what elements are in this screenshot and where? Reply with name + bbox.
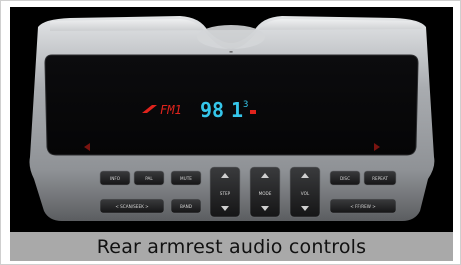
mute-button[interactable]: MUTE	[170, 170, 202, 186]
svg-text:REPEAT: REPEAT	[372, 176, 388, 181]
info-button[interactable]: INFO	[99, 170, 131, 186]
lcd-band: FM1	[160, 103, 182, 117]
figure-frame: ▬ FM1 98 1 3 INFO PAL MUTE < SCAN/SEEK >…	[0, 0, 461, 265]
stereo-indicator-icon	[250, 110, 256, 114]
svg-text:PAL: PAL	[145, 176, 153, 181]
svg-text:DISC: DISC	[340, 176, 350, 181]
svg-text:MODE: MODE	[259, 191, 272, 196]
logo-mark: ▬	[229, 49, 233, 54]
lcd-frequency-tail: 1	[231, 98, 243, 122]
pal-button[interactable]: PAL	[133, 170, 165, 186]
armrest-photo: ▬ FM1 98 1 3 INFO PAL MUTE < SCAN/SEEK >…	[10, 7, 453, 232]
repeat-button[interactable]: REPEAT	[363, 170, 397, 186]
svg-text:< FF/REW >: < FF/REW >	[350, 204, 376, 209]
lcd-preset: 3	[243, 100, 248, 110]
svg-text:INFO: INFO	[110, 176, 121, 181]
svg-text:MUTE: MUTE	[180, 176, 192, 181]
svg-text:< SCAN/SEEK >: < SCAN/SEEK >	[115, 204, 149, 209]
svg-text:STEP: STEP	[220, 191, 231, 196]
volume-rocker[interactable]: VOL	[289, 166, 321, 218]
svg-text:BAND: BAND	[180, 204, 192, 209]
armrest-illustration: ▬ FM1 98 1 3 INFO PAL MUTE < SCAN/SEEK >…	[29, 16, 435, 221]
band-button[interactable]: BAND	[170, 198, 202, 214]
step-rocker[interactable]: STEP	[209, 166, 241, 218]
mode-rocker[interactable]: MODE	[249, 166, 281, 218]
caption-bar: Rear armrest audio controls	[10, 232, 453, 261]
disc-button[interactable]: DISC	[329, 170, 361, 186]
figure-caption: Rear armrest audio controls	[96, 235, 367, 258]
lcd-frequency: 98	[200, 98, 224, 122]
center-dome	[197, 25, 265, 49]
svg-text:VOL: VOL	[301, 191, 310, 196]
scan-seek-button[interactable]: < SCAN/SEEK >	[99, 198, 165, 214]
ff-rew-button[interactable]: < FF/REW >	[329, 198, 397, 214]
